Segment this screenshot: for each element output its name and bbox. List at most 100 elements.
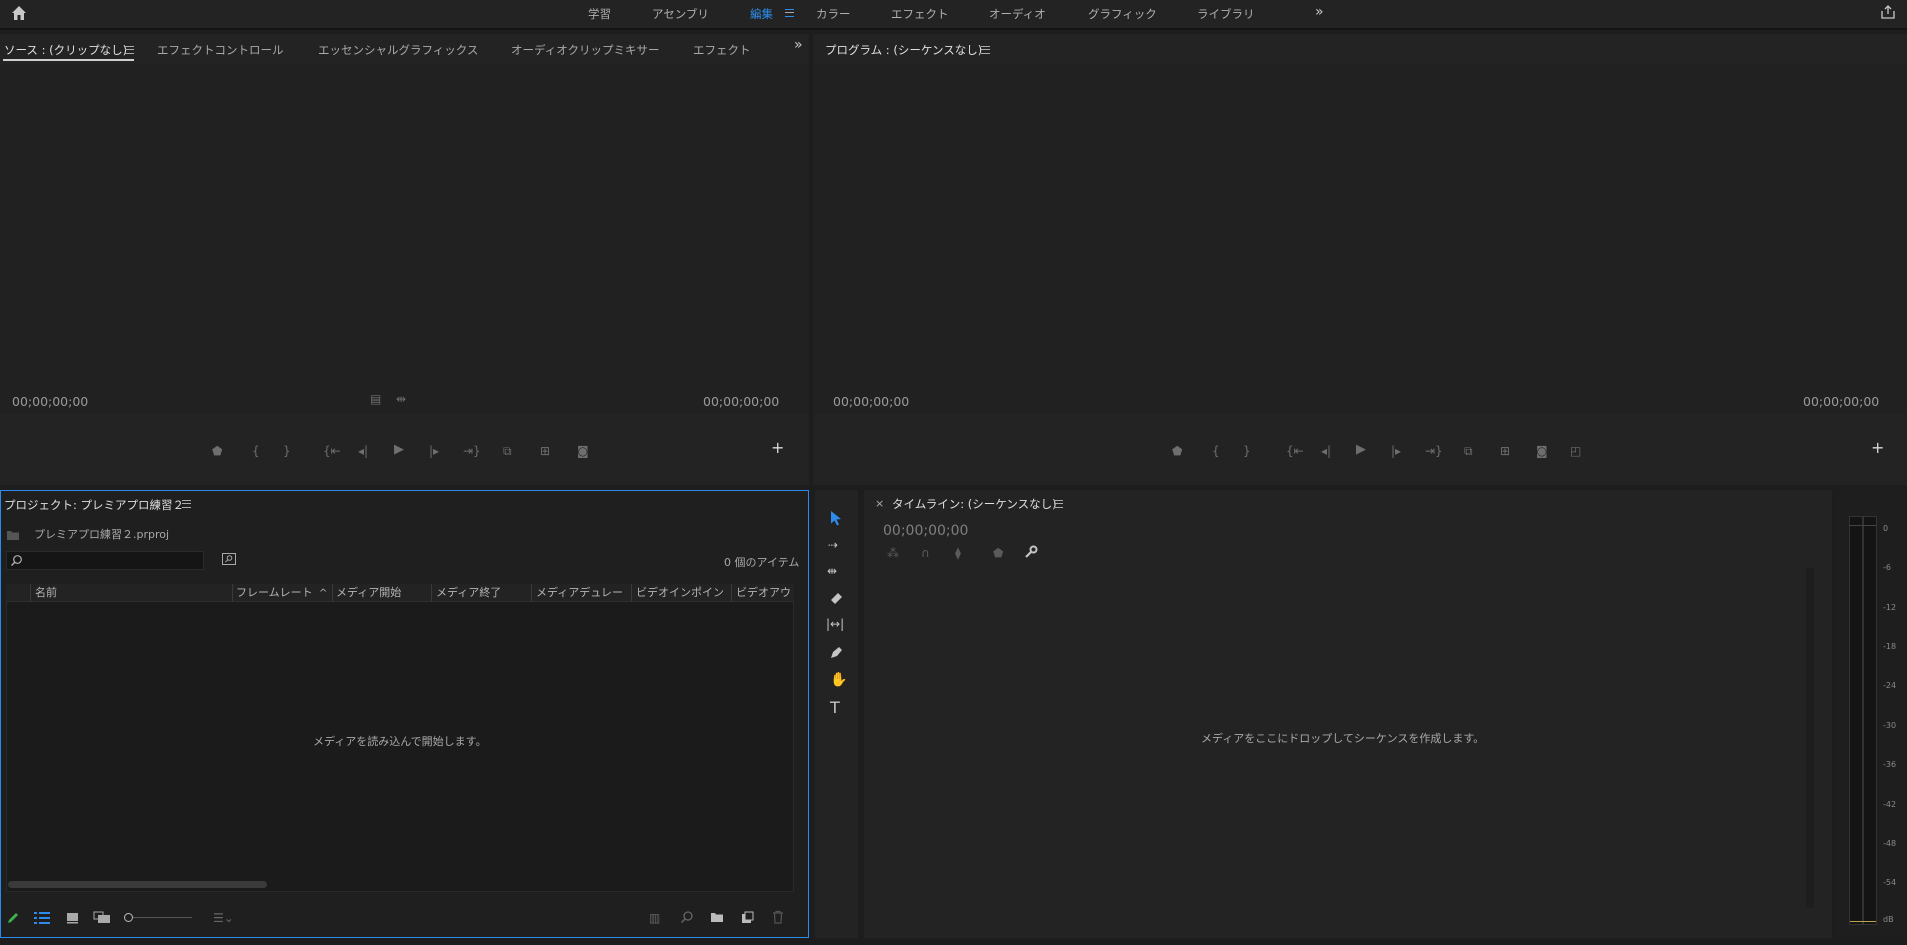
add-marker-icon[interactable]: ⬟ [1172,444,1182,458]
step-back-icon[interactable]: ◂| [358,444,368,458]
workspace-tab-libraries[interactable]: ライブラリ [1197,6,1255,22]
ripple-edit-tool-icon[interactable]: ⇹ [827,564,837,578]
mark-out-icon[interactable]: } [1243,444,1251,458]
close-panel-icon[interactable]: × [875,497,884,510]
export-frame-icon[interactable]: ◙ [1536,444,1548,458]
add-marker-icon[interactable]: ⬟ [212,444,222,458]
project-panel-title[interactable]: プロジェクト: プレミアプロ練習２ [4,497,184,513]
mark-out-icon[interactable]: } [283,444,291,458]
workspace-menu-icon[interactable] [785,9,794,17]
extract-icon[interactable]: ⊞ [1500,444,1510,458]
play-icon[interactable]: ▶ [394,443,404,457]
panel-menu-icon[interactable] [1054,500,1063,508]
insert-icon[interactable]: ⧉ [503,444,512,458]
panel-menu-icon[interactable] [125,46,134,54]
column-frame-rate[interactable]: フレームレート [236,584,313,602]
horizontal-scrollbar[interactable] [8,881,267,888]
column-media-end[interactable]: メディア終了 [436,584,501,602]
slip-tool-icon[interactable]: |↔| [826,617,844,631]
column-media-duration[interactable]: メディアデュレー [536,584,623,602]
program-panel: プログラム : (シーケンスなし) 00;00;00;00 00;00;00;0… [813,34,1907,485]
search-input[interactable] [27,553,199,568]
find-icon[interactable] [680,910,694,924]
write-protect-icon[interactable] [6,911,20,925]
program-monitor-viewport [813,64,1907,414]
timeline-panel-title[interactable]: タイムライン: (シーケンスなし) [892,496,1057,512]
search-field[interactable] [6,551,204,570]
timeline-timecode[interactable]: 00;00;00;00 [883,523,968,539]
mark-in-icon[interactable]: { [252,444,260,458]
mark-in-icon[interactable]: { [1212,444,1220,458]
drag-audio-icon[interactable]: ⇹ [396,392,406,406]
timeline-scrollbar-track[interactable] [1806,568,1814,908]
go-to-in-icon[interactable]: {⇤ [323,444,341,458]
tab-effects[interactable]: エフェクト [693,42,751,58]
linked-selection-icon[interactable]: ⧫ [955,546,961,560]
comparison-view-icon[interactable]: ◰ [1570,444,1581,458]
tab-essential-graphics[interactable]: エッセンシャルグラフィックス [318,42,478,58]
selection-tool-icon[interactable] [829,510,843,526]
zoom-slider[interactable] [124,913,192,923]
new-item-icon[interactable] [741,911,754,924]
button-editor-icon[interactable]: + [771,440,784,456]
track-select-tool-icon[interactable]: ⇢ [828,538,838,552]
workspace-bar: 学習 アセンブリ 編集 カラー エフェクト オーディオ グラフィック ライブラリ… [0,0,1907,30]
tab-effect-controls[interactable]: エフェクトコントロール [157,42,284,58]
step-back-icon[interactable]: ◂| [1321,444,1331,458]
source-timecode-right: 00;00;00;00 [703,394,780,409]
column-name[interactable]: 名前 [35,584,57,602]
list-view-icon[interactable] [34,912,50,924]
more-tabs-icon[interactable]: » [794,37,803,53]
type-tool-icon[interactable]: T [830,698,840,717]
add-marker-icon[interactable]: ⬟ [993,546,1003,560]
freeform-view-icon[interactable] [93,911,111,924]
automate-to-sequence-icon[interactable]: ▥ [649,911,660,925]
timeline-empty-message: メディアをここにドロップしてシーケンスを作成します。 [1201,732,1485,745]
panel-menu-icon[interactable] [981,46,990,54]
export-frame-icon[interactable]: ◙ [577,444,589,458]
new-bin-icon[interactable] [710,911,724,923]
workspace-tab-audio[interactable]: オーディオ [989,6,1046,22]
workspace-tab-color[interactable]: カラー [816,6,851,22]
hand-tool-icon[interactable]: ✋ [830,672,847,688]
more-workspaces-icon[interactable]: » [1315,4,1324,20]
nest-sequences-icon[interactable]: ⁂ [887,546,899,560]
lift-icon[interactable]: ⧉ [1464,444,1473,458]
go-to-out-icon[interactable]: ⇥} [1425,444,1443,458]
program-timecode-left[interactable]: 00;00;00;00 [833,394,909,409]
go-to-in-icon[interactable]: {⇤ [1286,444,1304,458]
pen-tool-icon[interactable] [829,645,844,660]
play-icon[interactable]: ▶ [1356,443,1366,457]
workspace-tab-learn[interactable]: 学習 [588,6,611,22]
step-forward-icon[interactable]: |▸ [1391,444,1401,458]
project-filename: プレミアプロ練習２.prproj [34,528,170,541]
tab-source[interactable]: ソース : (クリップなし) [4,42,127,58]
new-search-bin-icon[interactable] [222,553,236,565]
workspace-tab-editing[interactable]: 編集 [750,6,773,22]
drag-video-icon[interactable]: ▤ [370,392,381,406]
razor-tool-icon[interactable] [829,591,844,605]
step-forward-icon[interactable]: |▸ [429,444,439,458]
home-icon[interactable] [10,4,28,22]
button-editor-icon[interactable]: + [1871,440,1884,456]
snap-icon[interactable]: ∩ [921,546,930,560]
source-timecode-left[interactable]: 00;00;00;00 [12,394,88,409]
panel-menu-icon[interactable] [182,500,191,508]
column-media-start[interactable]: メディア開始 [336,584,401,602]
clear-icon[interactable] [772,910,784,924]
overwrite-icon[interactable]: ⊞ [540,444,550,458]
meter-scale-30: -30 [1883,721,1897,730]
column-video-in-point[interactable]: ビデオインポイン [636,584,724,602]
timeline-settings-icon[interactable] [1024,545,1038,559]
workspace-tab-graphics[interactable]: グラフィック [1088,6,1157,22]
sort-icons-icon[interactable]: ☰⌄ [213,911,234,925]
meter-floor-marker [1850,921,1876,922]
tab-audio-clip-mixer[interactable]: オーディオクリップミキサー [511,42,659,58]
workspace-tab-assembly[interactable]: アセンブリ [652,6,709,22]
workspace-tab-effects[interactable]: エフェクト [891,6,949,22]
go-to-out-icon[interactable]: ⇥} [463,444,481,458]
column-video-out-point[interactable]: ビデオアウ [736,584,792,602]
program-panel-title[interactable]: プログラム : (シーケンスなし) [825,42,982,58]
icon-view-icon[interactable] [66,912,79,924]
share-icon[interactable] [1880,4,1896,20]
